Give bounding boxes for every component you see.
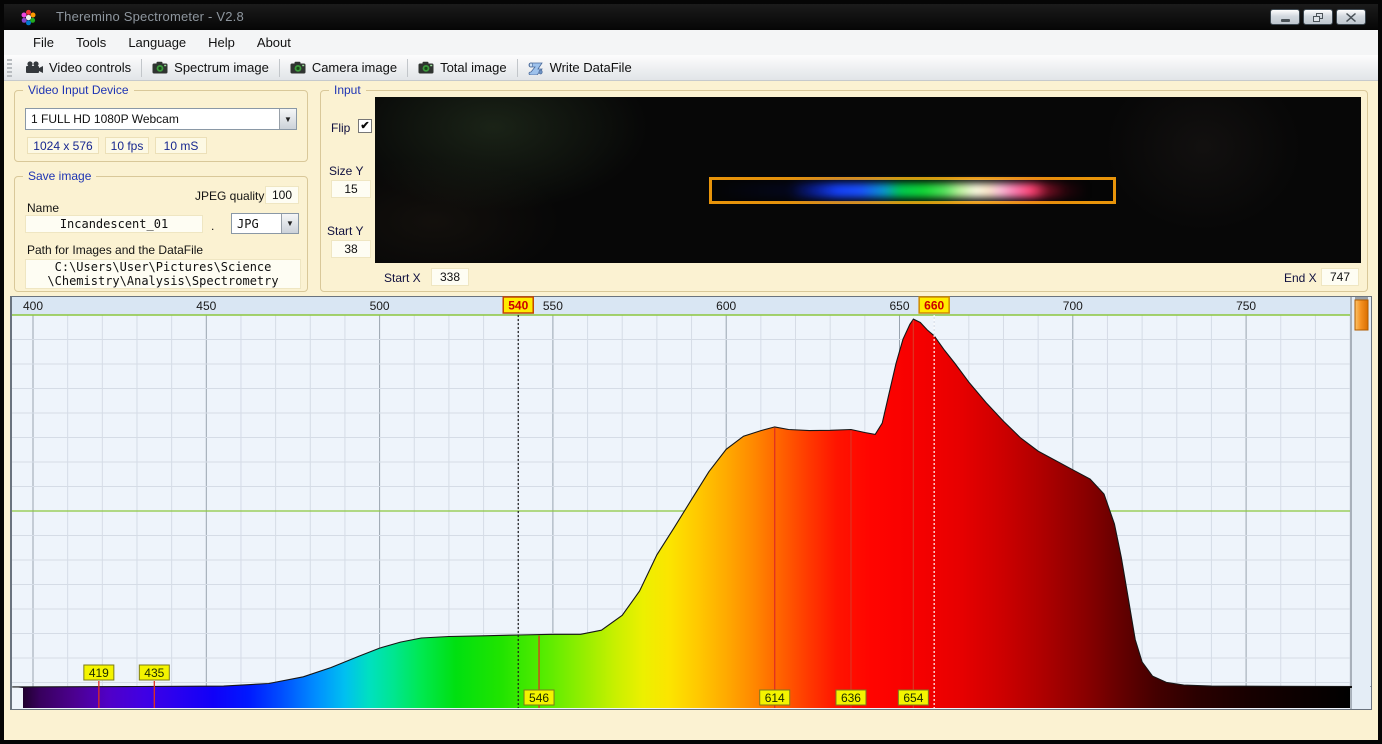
toolbar-write-datafile[interactable]: Write DataFile bbox=[520, 56, 640, 80]
dot-separator: . bbox=[211, 219, 214, 233]
size-y-label: Size Y bbox=[329, 164, 363, 178]
svg-text:540: 540 bbox=[508, 299, 528, 313]
svg-text:654: 654 bbox=[903, 691, 923, 705]
svg-text:750: 750 bbox=[1236, 299, 1256, 313]
spectrum-selection-box[interactable] bbox=[709, 177, 1116, 204]
video-device-value: 1 FULL HD 1080P Webcam bbox=[26, 112, 279, 126]
menu-file[interactable]: File bbox=[22, 32, 65, 53]
svg-text:546: 546 bbox=[529, 691, 549, 705]
start-y-value[interactable]: 38 bbox=[331, 240, 371, 258]
svg-text:650: 650 bbox=[889, 299, 909, 313]
svg-text:419: 419 bbox=[89, 666, 109, 680]
svg-text:450: 450 bbox=[196, 299, 216, 313]
camera-preview[interactable] bbox=[375, 97, 1361, 263]
start-y-label: Start Y bbox=[327, 224, 363, 238]
toolbar-spectrum-image[interactable]: Spectrum image bbox=[144, 56, 277, 80]
camera-icon bbox=[418, 61, 434, 74]
menu-help[interactable]: Help bbox=[197, 32, 246, 53]
app-logo-icon bbox=[20, 9, 37, 26]
image-name-field[interactable]: Incandescent_01 bbox=[25, 215, 203, 233]
input-title: Input bbox=[329, 83, 366, 97]
svg-text:660: 660 bbox=[924, 299, 944, 313]
path-line2: \Chemistry\Analysis\Spectrometry bbox=[47, 274, 278, 288]
svg-text:614: 614 bbox=[765, 691, 785, 705]
scroll-icon bbox=[528, 61, 544, 75]
path-line1: C:\Users\User\Pictures\Science bbox=[55, 260, 272, 274]
toolbar-grip[interactable] bbox=[7, 59, 12, 77]
start-x-label: Start X bbox=[384, 271, 421, 285]
svg-text:550: 550 bbox=[543, 299, 563, 313]
toolbar-separator bbox=[517, 59, 518, 77]
format-value: JPG bbox=[232, 217, 281, 231]
size-y-value[interactable]: 15 bbox=[331, 180, 371, 198]
minimize-icon bbox=[1281, 19, 1290, 22]
toolbar-label: Write DataFile bbox=[550, 60, 632, 75]
jpeg-quality-value[interactable]: 100 bbox=[265, 186, 299, 204]
save-image-title: Save image bbox=[23, 169, 96, 183]
svg-text:700: 700 bbox=[1063, 299, 1083, 313]
minimize-button[interactable] bbox=[1270, 9, 1300, 25]
flip-label: Flip bbox=[331, 121, 350, 135]
toolbar-separator bbox=[407, 59, 408, 77]
end-x-label: End X bbox=[1284, 271, 1317, 285]
video-camera-icon bbox=[25, 61, 43, 74]
app-window: Theremino Spectrometer - V2.8 File Tools… bbox=[0, 0, 1382, 744]
input-group: Input Flip Size Y 15 Start Y 38 Start X … bbox=[320, 90, 1368, 292]
menu-tools[interactable]: Tools bbox=[65, 32, 117, 53]
toolbar-label: Spectrum image bbox=[174, 60, 269, 75]
chevron-down-icon[interactable]: ▼ bbox=[279, 109, 296, 129]
resolution-button[interactable]: 1024 x 576 bbox=[27, 137, 99, 154]
client-area: Video Input Device 1 FULL HD 1080P Webca… bbox=[4, 81, 1378, 740]
toolbar-label: Camera image bbox=[312, 60, 397, 75]
toolbar: Video controls Spectrum image Camera ima… bbox=[4, 55, 1378, 81]
camera-icon bbox=[290, 61, 306, 74]
menu-bar: File Tools Language Help About bbox=[4, 30, 1378, 55]
restore-button[interactable] bbox=[1303, 9, 1333, 25]
title-bar: Theremino Spectrometer - V2.8 bbox=[4, 4, 1378, 30]
restore-icon bbox=[1313, 13, 1323, 22]
svg-text:500: 500 bbox=[370, 299, 390, 313]
flip-checkbox[interactable] bbox=[358, 119, 372, 133]
toolbar-label: Total image bbox=[440, 60, 506, 75]
menu-about[interactable]: About bbox=[246, 32, 302, 53]
svg-text:600: 600 bbox=[716, 299, 736, 313]
fps-button[interactable]: 10 fps bbox=[105, 137, 149, 154]
trim-slider-handle[interactable] bbox=[1355, 300, 1368, 330]
svg-text:400: 400 bbox=[23, 299, 43, 313]
video-device-select[interactable]: 1 FULL HD 1080P Webcam ▼ bbox=[25, 108, 297, 130]
toolbar-separator bbox=[279, 59, 280, 77]
toolbar-total-image[interactable]: Total image bbox=[410, 56, 514, 80]
spectrum-glow bbox=[714, 183, 1111, 198]
svg-text:435: 435 bbox=[144, 666, 164, 680]
toolbar-separator bbox=[141, 59, 142, 77]
svg-text:636: 636 bbox=[841, 691, 861, 705]
end-x-value[interactable]: 747 bbox=[1321, 268, 1359, 286]
start-x-value[interactable]: 338 bbox=[431, 268, 469, 286]
path-label: Path for Images and the DataFile bbox=[27, 243, 203, 257]
video-input-group: Video Input Device 1 FULL HD 1080P Webca… bbox=[14, 90, 308, 162]
name-label: Name bbox=[27, 201, 59, 215]
format-select[interactable]: JPG ▼ bbox=[231, 213, 299, 234]
camera-icon bbox=[152, 61, 168, 74]
path-field[interactable]: C:\Users\User\Pictures\Science \Chemistr… bbox=[25, 259, 301, 289]
chevron-down-icon[interactable]: ▼ bbox=[281, 214, 298, 233]
menu-language[interactable]: Language bbox=[117, 32, 197, 53]
window-title: Theremino Spectrometer - V2.8 bbox=[56, 9, 244, 24]
toolbar-camera-image[interactable]: Camera image bbox=[282, 56, 405, 80]
close-icon bbox=[1346, 13, 1356, 22]
video-input-title: Video Input Device bbox=[23, 83, 134, 97]
spectrum-chart[interactable]: 540 660 400 450 500 550 600 650 700 750 419 435 546 6… bbox=[10, 296, 1372, 710]
jpeg-quality-label: JPEG quality bbox=[195, 189, 264, 203]
toolbar-video-controls[interactable]: Video controls bbox=[17, 56, 139, 80]
toolbar-label: Video controls bbox=[49, 60, 131, 75]
close-button[interactable] bbox=[1336, 9, 1366, 25]
exposure-button[interactable]: 10 mS bbox=[155, 137, 207, 154]
save-image-group: Save image Name JPEG quality 100 Incande… bbox=[14, 176, 308, 292]
